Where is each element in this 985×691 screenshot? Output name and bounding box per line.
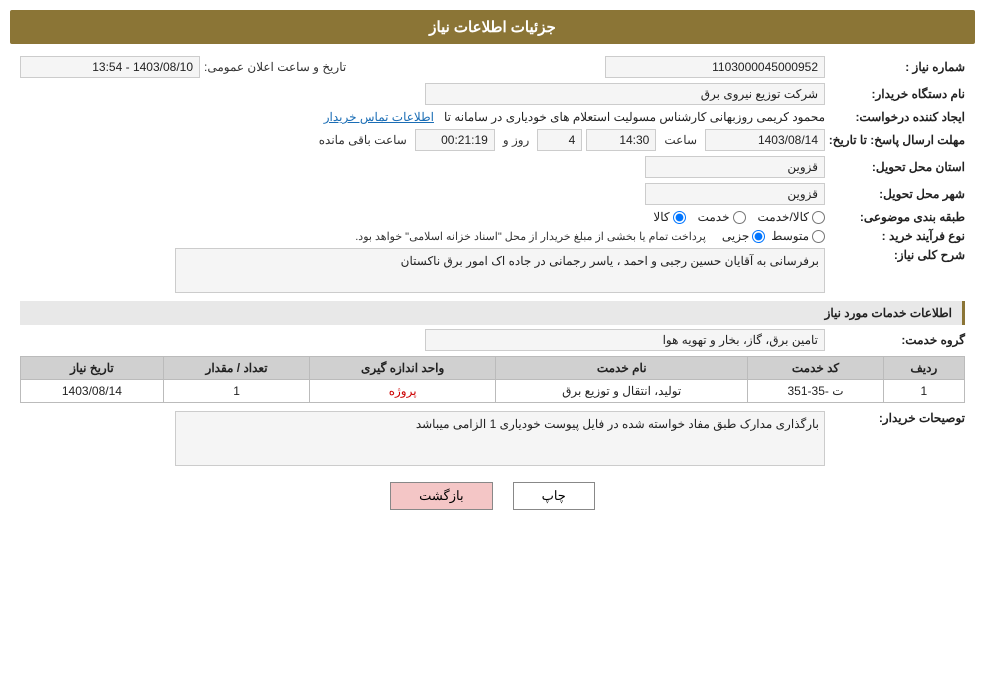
service-group-row: گروه خدمت: تامین برق، گاز، بخار و تهویه … [20,329,965,351]
buyer-notes-row: توصیحات خریدار: بارگذاری مدارک طبق مفاد … [20,411,965,466]
time-label: ساعت [664,133,697,147]
deadline-remaining: 00:21:19 [415,129,495,151]
services-table: ردیف کد خدمت نام خدمت واحد اندازه گیری ت… [20,356,965,403]
cell-name: تولید، انتقال و توزیع برق [496,380,748,403]
order-number-value: 1103000045000952 [605,56,825,78]
city-row: شهر محل تحویل: قزوین [20,183,965,205]
creator-link[interactable]: اطلاعات تماس خریدار [324,110,434,124]
cell-code: ت -35-351 [748,380,883,403]
process-label: نوع فرآیند خرید : [825,229,965,243]
deadline-days: 4 [537,129,582,151]
col-unit: واحد اندازه گیری [310,357,496,380]
city-value: قزوین [645,183,825,205]
buyer-org-label: نام دستگاه خریدار: [825,87,965,101]
col-code: کد خدمت [748,357,883,380]
description-value: برفرسانی به آقایان حسین رجبی و احمد ، یا… [175,248,825,293]
creator-row: ایجاد کننده درخواست: محمود کریمی روزبهان… [20,110,965,124]
announce-label: تاریخ و ساعت اعلان عمومی: [204,60,346,74]
col-qty: تعداد / مقدار [163,357,309,380]
deadline-row: مهلت ارسال پاسخ: تا تاریخ: 1403/08/14 سا… [20,129,965,151]
description-row: شرح کلی نیاز: برفرسانی به آقایان حسین رج… [20,248,965,293]
service-group-value: تامین برق، گاز، بخار و تهویه هوا [425,329,825,351]
province-value: قزوین [645,156,825,178]
category-row: طبقه بندی موضوعی: کالا/خدمت خدمت کالا [20,210,965,224]
services-section-title: اطلاعات خدمات مورد نیاز [20,301,965,325]
buyer-notes-label: توصیحات خریدار: [825,411,965,425]
category-label: طبقه بندی موضوعی: [825,210,965,224]
deadline-time: 14:30 [586,129,656,151]
action-buttons: چاپ بازگشت [20,482,965,510]
province-row: استان محل تحویل: قزوین [20,156,965,178]
order-number-label: شماره نیاز : [825,60,965,74]
cell-unit: پروژه [310,380,496,403]
city-label: شهر محل تحویل: [825,187,965,201]
cell-qty: 1 [163,380,309,403]
process-option-medium[interactable]: متوسط [771,229,825,243]
province-label: استان محل تحویل: [825,160,965,174]
process-row: نوع فرآیند خرید : متوسط جزیی پرداخت تمام… [20,229,965,243]
service-group-label: گروه خدمت: [825,333,965,347]
process-option-partial[interactable]: جزیی [722,229,765,243]
buyer-notes-value: بارگذاری مدارک طبق مفاد خواسته شده در فا… [175,411,825,466]
order-number-row: شماره نیاز : 1103000045000952 تاریخ و سا… [20,56,965,78]
description-label: شرح کلی نیاز: [825,248,965,262]
deadline-date: 1403/08/14 [705,129,825,151]
col-row: ردیف [883,357,964,380]
buyer-org-value: شرکت توزیع نیروی برق [425,83,825,105]
cell-row: 1 [883,380,964,403]
creator-value: محمود کریمی روزبهانی کارشناس مسولیت استع… [444,110,825,124]
remaining-label: ساعت باقی مانده [319,133,407,147]
page-title: جزئیات اطلاعات نیاز [429,19,556,36]
print-button[interactable]: چاپ [513,482,595,510]
announce-value: 1403/08/10 - 13:54 [20,56,200,78]
col-date: تاریخ نیاز [21,357,164,380]
category-option-2[interactable]: خدمت [698,210,746,224]
process-note: پرداخت تمام یا بخشی از مبلغ خریدار از مح… [355,230,706,243]
category-option-1[interactable]: کالا/خدمت [758,210,825,224]
col-name: نام خدمت [496,357,748,380]
page-header: جزئیات اطلاعات نیاز [10,10,975,44]
category-option-3[interactable]: کالا [653,210,685,224]
creator-label: ایجاد کننده درخواست: [825,110,965,124]
deadline-label: مهلت ارسال پاسخ: تا تاریخ: [825,133,965,147]
cell-date: 1403/08/14 [21,380,164,403]
table-row: 1 ت -35-351 تولید، انتقال و توزیع برق پر… [21,380,965,403]
back-button[interactable]: بازگشت [390,482,492,510]
days-label: روز و [503,133,530,147]
buyer-org-row: نام دستگاه خریدار: شرکت توزیع نیروی برق [20,83,965,105]
